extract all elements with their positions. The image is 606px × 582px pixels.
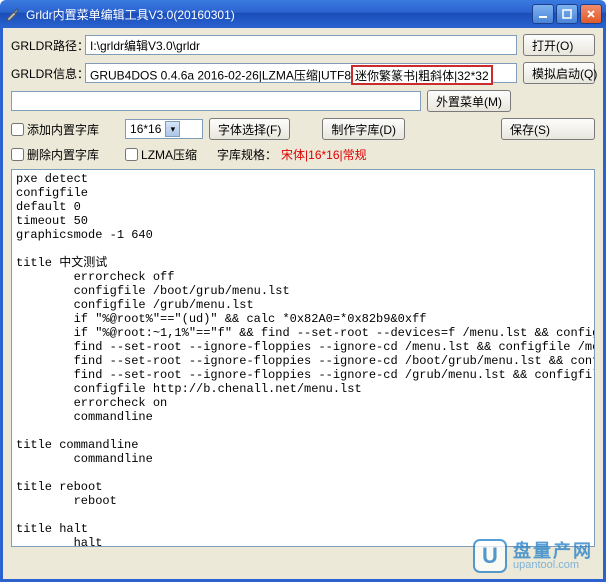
info-highlight: 迷你繁篆书|粗斜体|32*32: [355, 67, 489, 84]
menu-editor[interactable]: [11, 169, 595, 547]
minimize-button[interactable]: [532, 4, 554, 24]
maximize-button[interactable]: [556, 4, 578, 24]
open-button[interactable]: 打开(O): [523, 34, 595, 56]
font-spec: 字库规格： 宋体|16*16|常规: [217, 146, 367, 163]
external-menu-button[interactable]: 外置菜单(M): [427, 90, 511, 112]
info-label: GRLDR信息：: [11, 65, 79, 82]
path-input[interactable]: [85, 35, 517, 55]
fontsize-combo[interactable]: 16*16 ▾: [125, 119, 203, 139]
chevron-down-icon[interactable]: ▾: [165, 121, 180, 137]
spec-label: 字库规格：: [217, 146, 277, 163]
make-font-button[interactable]: 制作字库(D): [322, 118, 405, 140]
del-font-label: 删除内置字库: [27, 146, 99, 163]
lzma-label: LZMA压缩: [141, 146, 197, 163]
window-title: Grldr内置菜单编辑工具V3.0(20160301): [26, 6, 532, 23]
watermark-line2: upantool.com: [513, 560, 593, 571]
menu-input[interactable]: [11, 91, 421, 111]
info-prefix: GRUB4DOS 0.4.6a 2016-02-26|LZMA压缩|UTF8: [90, 69, 351, 83]
add-font-check[interactable]: [11, 123, 24, 136]
info-field: GRUB4DOS 0.4.6a 2016-02-26|LZMA压缩|UTF8 迷你…: [85, 63, 517, 83]
window-controls: [532, 4, 602, 24]
font-select-button[interactable]: 字体选择(F): [209, 118, 290, 140]
fontsize-value: 16*16: [130, 122, 161, 136]
client-area: GRLDR路径： 打开(O) GRLDR信息： GRUB4DOS 0.4.6a …: [0, 28, 606, 582]
path-label: GRLDR路径：: [11, 37, 79, 54]
save-button[interactable]: 保存(S): [501, 118, 595, 140]
simulate-button[interactable]: 模拟启动(Q): [523, 62, 595, 84]
lzma-check[interactable]: [125, 148, 138, 161]
add-font-label: 添加内置字库: [27, 121, 99, 138]
app-icon: [4, 6, 20, 22]
info-highlight-box: 迷你繁篆书|粗斜体|32*32: [351, 65, 493, 85]
close-button[interactable]: [580, 4, 602, 24]
titlebar: Grldr内置菜单编辑工具V3.0(20160301): [0, 0, 606, 28]
lzma-checkbox[interactable]: LZMA压缩: [125, 146, 197, 163]
add-font-checkbox[interactable]: 添加内置字库: [11, 121, 99, 138]
del-font-checkbox[interactable]: 删除内置字库: [11, 146, 99, 163]
del-font-check[interactable]: [11, 148, 24, 161]
spec-value: 宋体|16*16|常规: [281, 146, 367, 163]
